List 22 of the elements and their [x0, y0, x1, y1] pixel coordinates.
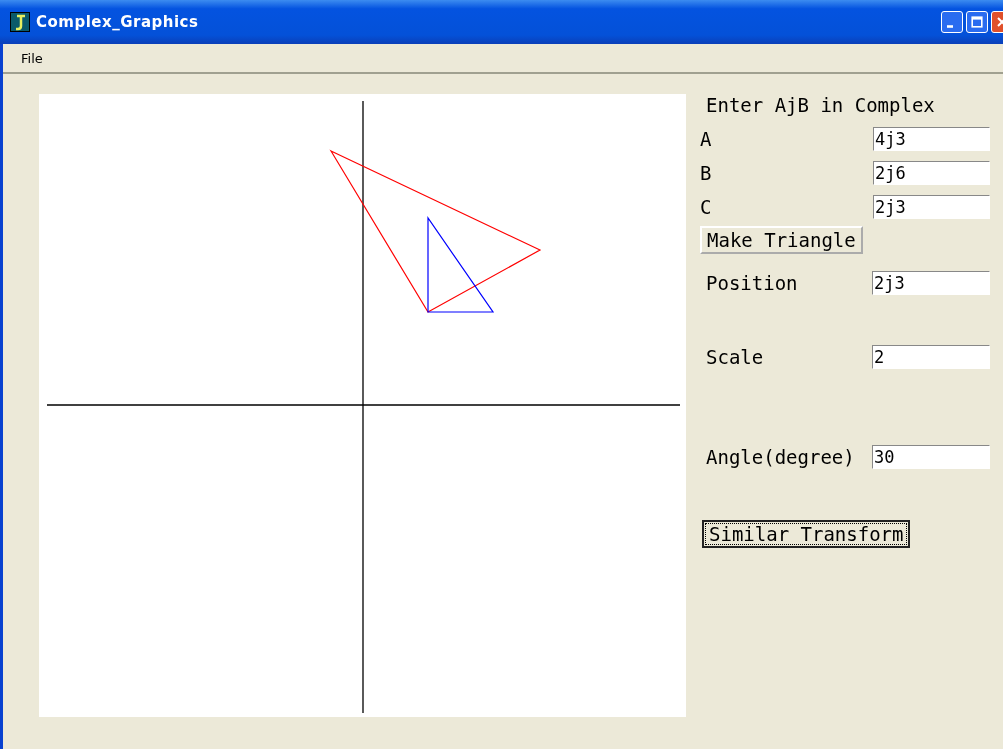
field-label: B — [700, 162, 712, 184]
maximize-button[interactable] — [966, 11, 988, 33]
minimize-button[interactable] — [941, 11, 963, 33]
instruction-label: Enter AjB in Complex — [706, 94, 935, 118]
minimize-icon — [947, 24, 953, 28]
field-label: A — [700, 128, 712, 150]
input-field[interactable]: 4j3 — [873, 127, 990, 151]
input-field[interactable]: 2j6 — [873, 161, 990, 185]
window-title: Complex_Graphics — [36, 13, 199, 31]
field-label: Angle(degree) — [706, 446, 855, 468]
input-field[interactable]: 2j3 — [872, 271, 990, 295]
make-triangle-button[interactable]: Make Triangle — [700, 226, 863, 254]
field-label: Scale — [706, 346, 764, 368]
menu-item[interactable]: File — [21, 50, 43, 66]
input-field[interactable]: 2 — [872, 345, 990, 369]
input-field[interactable]: 2j3 — [873, 195, 990, 219]
maximize-icon — [969, 14, 985, 30]
field-label: Position — [706, 272, 798, 294]
similar-transform-button[interactable]: Similar Transform — [702, 520, 911, 548]
app-letter-icon — [10, 12, 30, 32]
field-label: C — [700, 196, 712, 218]
input-field[interactable]: 30 — [872, 445, 990, 469]
